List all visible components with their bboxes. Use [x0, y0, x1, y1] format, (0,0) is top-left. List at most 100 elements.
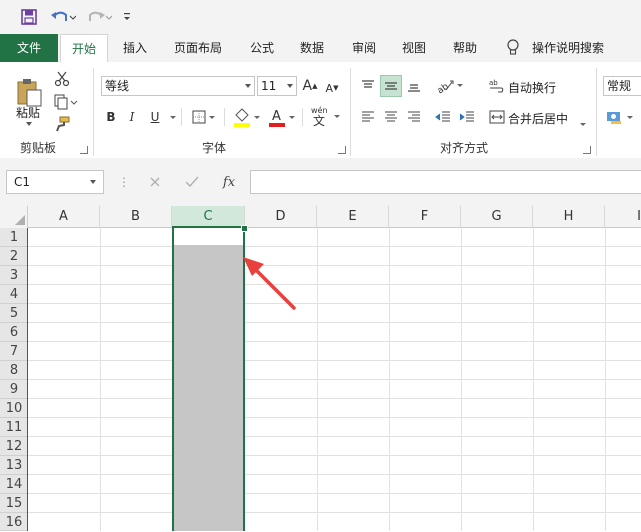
font-group-label: 字体 — [202, 141, 227, 155]
row-header[interactable]: 9 — [0, 380, 28, 399]
cancel-icon[interactable] — [146, 173, 164, 191]
column-header-i[interactable]: I — [605, 206, 641, 228]
merge-center-label[interactable]: 合并后居中 — [508, 110, 568, 127]
tab-page-layout[interactable]: 页面布局 — [174, 34, 222, 62]
gridline — [28, 493, 641, 494]
column-header-b[interactable]: B — [100, 206, 172, 228]
save-icon[interactable] — [18, 7, 40, 27]
accounting-format-icon[interactable] — [604, 106, 634, 128]
formula-input[interactable] — [250, 170, 641, 194]
gridline — [28, 474, 641, 475]
font-color-icon[interactable]: A — [266, 106, 296, 128]
italic-button[interactable]: I — [125, 108, 139, 126]
font-name-select[interactable]: 等线 — [101, 76, 255, 96]
align-center-icon[interactable] — [381, 108, 401, 126]
font-size-select[interactable]: 11 — [257, 76, 297, 96]
merge-center-dropdown-icon[interactable] — [577, 115, 586, 129]
tab-view[interactable]: 视图 — [402, 34, 426, 62]
wrap-text-icon[interactable]: ab — [488, 76, 506, 96]
customize-qat-icon[interactable] — [118, 7, 136, 27]
name-box-dropdown-icon[interactable] — [90, 180, 96, 184]
row-header[interactable]: 4 — [0, 285, 28, 304]
row-header[interactable]: 6 — [0, 323, 28, 342]
tab-insert[interactable]: 插入 — [123, 34, 147, 62]
row-header[interactable]: 12 — [0, 437, 28, 456]
formula-bar-grip-icon[interactable]: ⋮ — [118, 175, 130, 189]
column-header-h[interactable]: H — [533, 206, 605, 228]
number-format-select[interactable]: 常规 — [603, 76, 641, 96]
redo-icon[interactable] — [84, 7, 114, 27]
column-header-g[interactable]: G — [461, 206, 533, 228]
fill-color-icon[interactable] — [231, 106, 261, 128]
row-header[interactable]: 16 — [0, 513, 28, 531]
svg-text:A: A — [272, 109, 281, 124]
tab-help[interactable]: 帮助 — [453, 34, 477, 62]
tab-data[interactable]: 数据 — [300, 34, 324, 62]
increase-font-size-icon[interactable]: A ▲ — [301, 76, 319, 96]
row-header[interactable]: 10 — [0, 399, 28, 418]
gridline — [28, 436, 641, 437]
column-header-a[interactable]: A — [28, 206, 100, 228]
cut-icon[interactable] — [52, 70, 72, 88]
insert-function-icon[interactable]: fx — [219, 172, 239, 192]
select-all-button[interactable] — [0, 206, 28, 228]
font-dialog-launcher[interactable] — [338, 146, 346, 154]
paste-label: 粘贴 — [16, 106, 41, 120]
red-arrow-annotation — [243, 257, 296, 310]
bottom-align-icon[interactable] — [404, 76, 424, 96]
tab-review[interactable]: 审阅 — [352, 34, 376, 62]
svg-text:ab: ab — [489, 79, 498, 87]
active-cell-c1[interactable] — [174, 228, 243, 245]
increase-indent-icon[interactable] — [456, 108, 478, 126]
underline-button[interactable]: U — [148, 108, 162, 126]
wrap-text-label[interactable]: 自动换行 — [508, 79, 556, 96]
middle-align-icon[interactable] — [380, 75, 402, 97]
row-header[interactable]: 8 — [0, 361, 28, 380]
row-header[interactable]: 11 — [0, 418, 28, 437]
row-header[interactable]: 2 — [0, 247, 28, 266]
format-painter-icon[interactable] — [52, 115, 72, 133]
top-align-icon[interactable] — [358, 76, 378, 96]
bold-button[interactable]: B — [103, 108, 119, 126]
column-header-f[interactable]: F — [389, 206, 461, 228]
row-header[interactable]: 7 — [0, 342, 28, 361]
row-header[interactable]: 13 — [0, 456, 28, 475]
divider — [596, 68, 597, 156]
alignment-group-label: 对齐方式 — [440, 141, 489, 155]
row-header[interactable]: 14 — [0, 475, 28, 494]
gridline — [28, 284, 641, 285]
divider — [224, 108, 225, 126]
orientation-icon[interactable]: ab — [434, 74, 464, 96]
name-box[interactable]: C1 — [6, 170, 104, 194]
merge-center-icon[interactable] — [488, 108, 506, 126]
align-left-icon[interactable] — [358, 108, 378, 126]
enter-icon[interactable] — [183, 173, 201, 191]
align-right-icon[interactable] — [404, 108, 424, 126]
paste-dropdown-icon[interactable] — [26, 122, 32, 126]
lightbulb-icon[interactable] — [506, 34, 520, 62]
underline-dropdown-icon[interactable] — [166, 108, 176, 126]
fill-handle[interactable] — [241, 225, 248, 232]
alignment-dialog-launcher[interactable] — [583, 146, 591, 154]
tell-me-search[interactable]: 操作说明搜索 — [532, 34, 604, 62]
column-header-d[interactable]: D — [245, 206, 317, 228]
row-header[interactable]: 5 — [0, 304, 28, 323]
phonetic-guide-icon[interactable]: wén 文 — [308, 104, 340, 128]
tab-home[interactable]: 开始 — [60, 34, 108, 62]
clipboard-dialog-launcher[interactable] — [80, 146, 88, 154]
selected-column-c[interactable] — [172, 228, 245, 531]
column-header-e[interactable]: E — [317, 206, 389, 228]
row-header[interactable]: 15 — [0, 494, 28, 513]
row-header[interactable]: 1 — [0, 228, 28, 247]
borders-icon[interactable] — [188, 108, 218, 126]
undo-icon[interactable] — [48, 7, 78, 27]
copy-icon[interactable] — [52, 93, 80, 111]
tab-file[interactable]: 文件 — [0, 34, 58, 62]
decrease-font-size-icon[interactable]: A ▼ — [323, 78, 341, 98]
tab-formulas[interactable]: 公式 — [250, 34, 274, 62]
decrease-indent-icon[interactable] — [432, 108, 454, 126]
row-header[interactable]: 3 — [0, 266, 28, 285]
gridline — [28, 398, 641, 399]
font-name-value: 等线 — [105, 79, 130, 93]
column-header-c[interactable]: C — [172, 206, 245, 228]
